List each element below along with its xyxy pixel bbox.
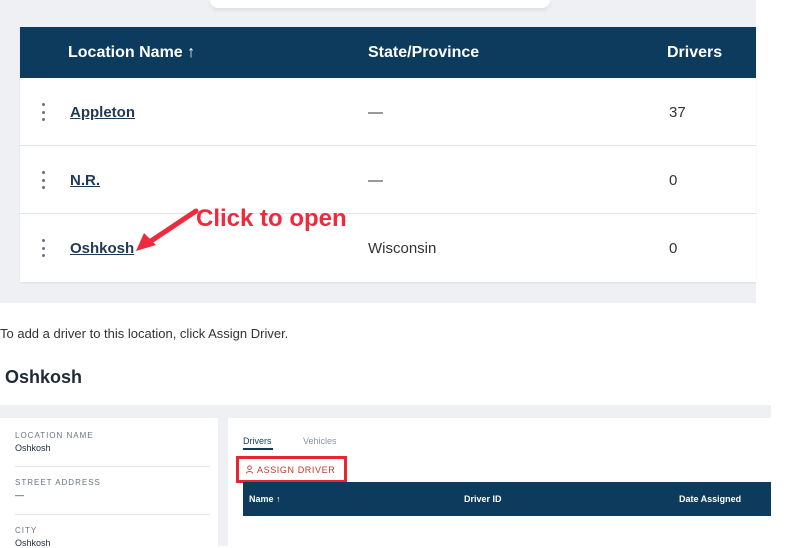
drivers-count-cell: 0 — [669, 240, 678, 257]
drivers-table-header: Name ↑ Driver ID Date Assigned — [243, 482, 771, 516]
tab-drivers[interactable]: Drivers — [243, 436, 272, 446]
top-card-edge — [210, 0, 550, 8]
column-location-name[interactable]: Location Name ↑ — [68, 44, 195, 62]
kebab-menu-icon[interactable] — [40, 239, 46, 257]
table-row: N.R. — 0 — [20, 146, 756, 214]
table-row: Appleton — 37 — [20, 78, 756, 146]
locations-panel: Location Name ↑ State/Province Drivers A… — [0, 0, 756, 303]
tab-vehicles[interactable]: Vehicles — [303, 436, 337, 446]
page-title: Oshkosh — [5, 367, 83, 387]
field-value: — — [15, 490, 24, 500]
assign-driver-button[interactable]: ASSIGN DRIVER — [236, 456, 347, 483]
field-label: STREET ADDRESS — [15, 478, 101, 487]
instruction-text: To add a driver to this location, click … — [0, 326, 289, 341]
click-to-open-annotation: Click to open — [196, 205, 347, 232]
field-label: LOCATION NAME — [15, 431, 94, 440]
location-detail-panel: LOCATION NAME Oshkosh STREET ADDRESS — C… — [0, 405, 771, 548]
state-cell: Wisconsin — [368, 240, 437, 257]
divider — [15, 514, 210, 515]
person-icon — [245, 465, 254, 474]
divider — [15, 466, 210, 467]
field-city: CITY Oshkosh — [15, 526, 210, 548]
column-drivers[interactable]: Drivers — [667, 44, 722, 62]
field-value: Oshkosh — [15, 538, 51, 548]
location-link-nr[interactable]: N.R. — [70, 172, 100, 189]
drivers-card: Drivers Vehicles ASSIGN DRIVER Name ↑ Dr… — [228, 418, 771, 546]
locations-table-header: Location Name ↑ State/Province Drivers — [20, 27, 756, 78]
kebab-menu-icon[interactable] — [40, 171, 46, 189]
field-location-name: LOCATION NAME Oshkosh — [15, 431, 210, 453]
field-value: Oshkosh — [15, 443, 51, 453]
state-cell: — — [368, 172, 383, 189]
location-link-oshkosh[interactable]: Oshkosh — [70, 240, 134, 257]
drivers-count-cell: 0 — [669, 172, 678, 189]
column-driver-id[interactable]: Driver ID — [464, 494, 502, 504]
column-name[interactable]: Name ↑ — [249, 494, 281, 504]
kebab-menu-icon[interactable] — [40, 103, 46, 121]
red-arrow-icon — [136, 208, 199, 251]
state-cell: — — [368, 104, 383, 121]
location-link-appleton[interactable]: Appleton — [70, 104, 135, 121]
location-info-card: LOCATION NAME Oshkosh STREET ADDRESS — C… — [0, 418, 218, 548]
column-date-assigned[interactable]: Date Assigned — [679, 494, 741, 504]
column-state-province[interactable]: State/Province — [368, 44, 479, 62]
active-tab-indicator — [243, 448, 273, 450]
assign-driver-label: ASSIGN DRIVER — [257, 464, 336, 475]
field-label: CITY — [15, 526, 38, 535]
field-street-address: STREET ADDRESS — — [15, 478, 210, 500]
drivers-count-cell: 37 — [669, 104, 686, 121]
